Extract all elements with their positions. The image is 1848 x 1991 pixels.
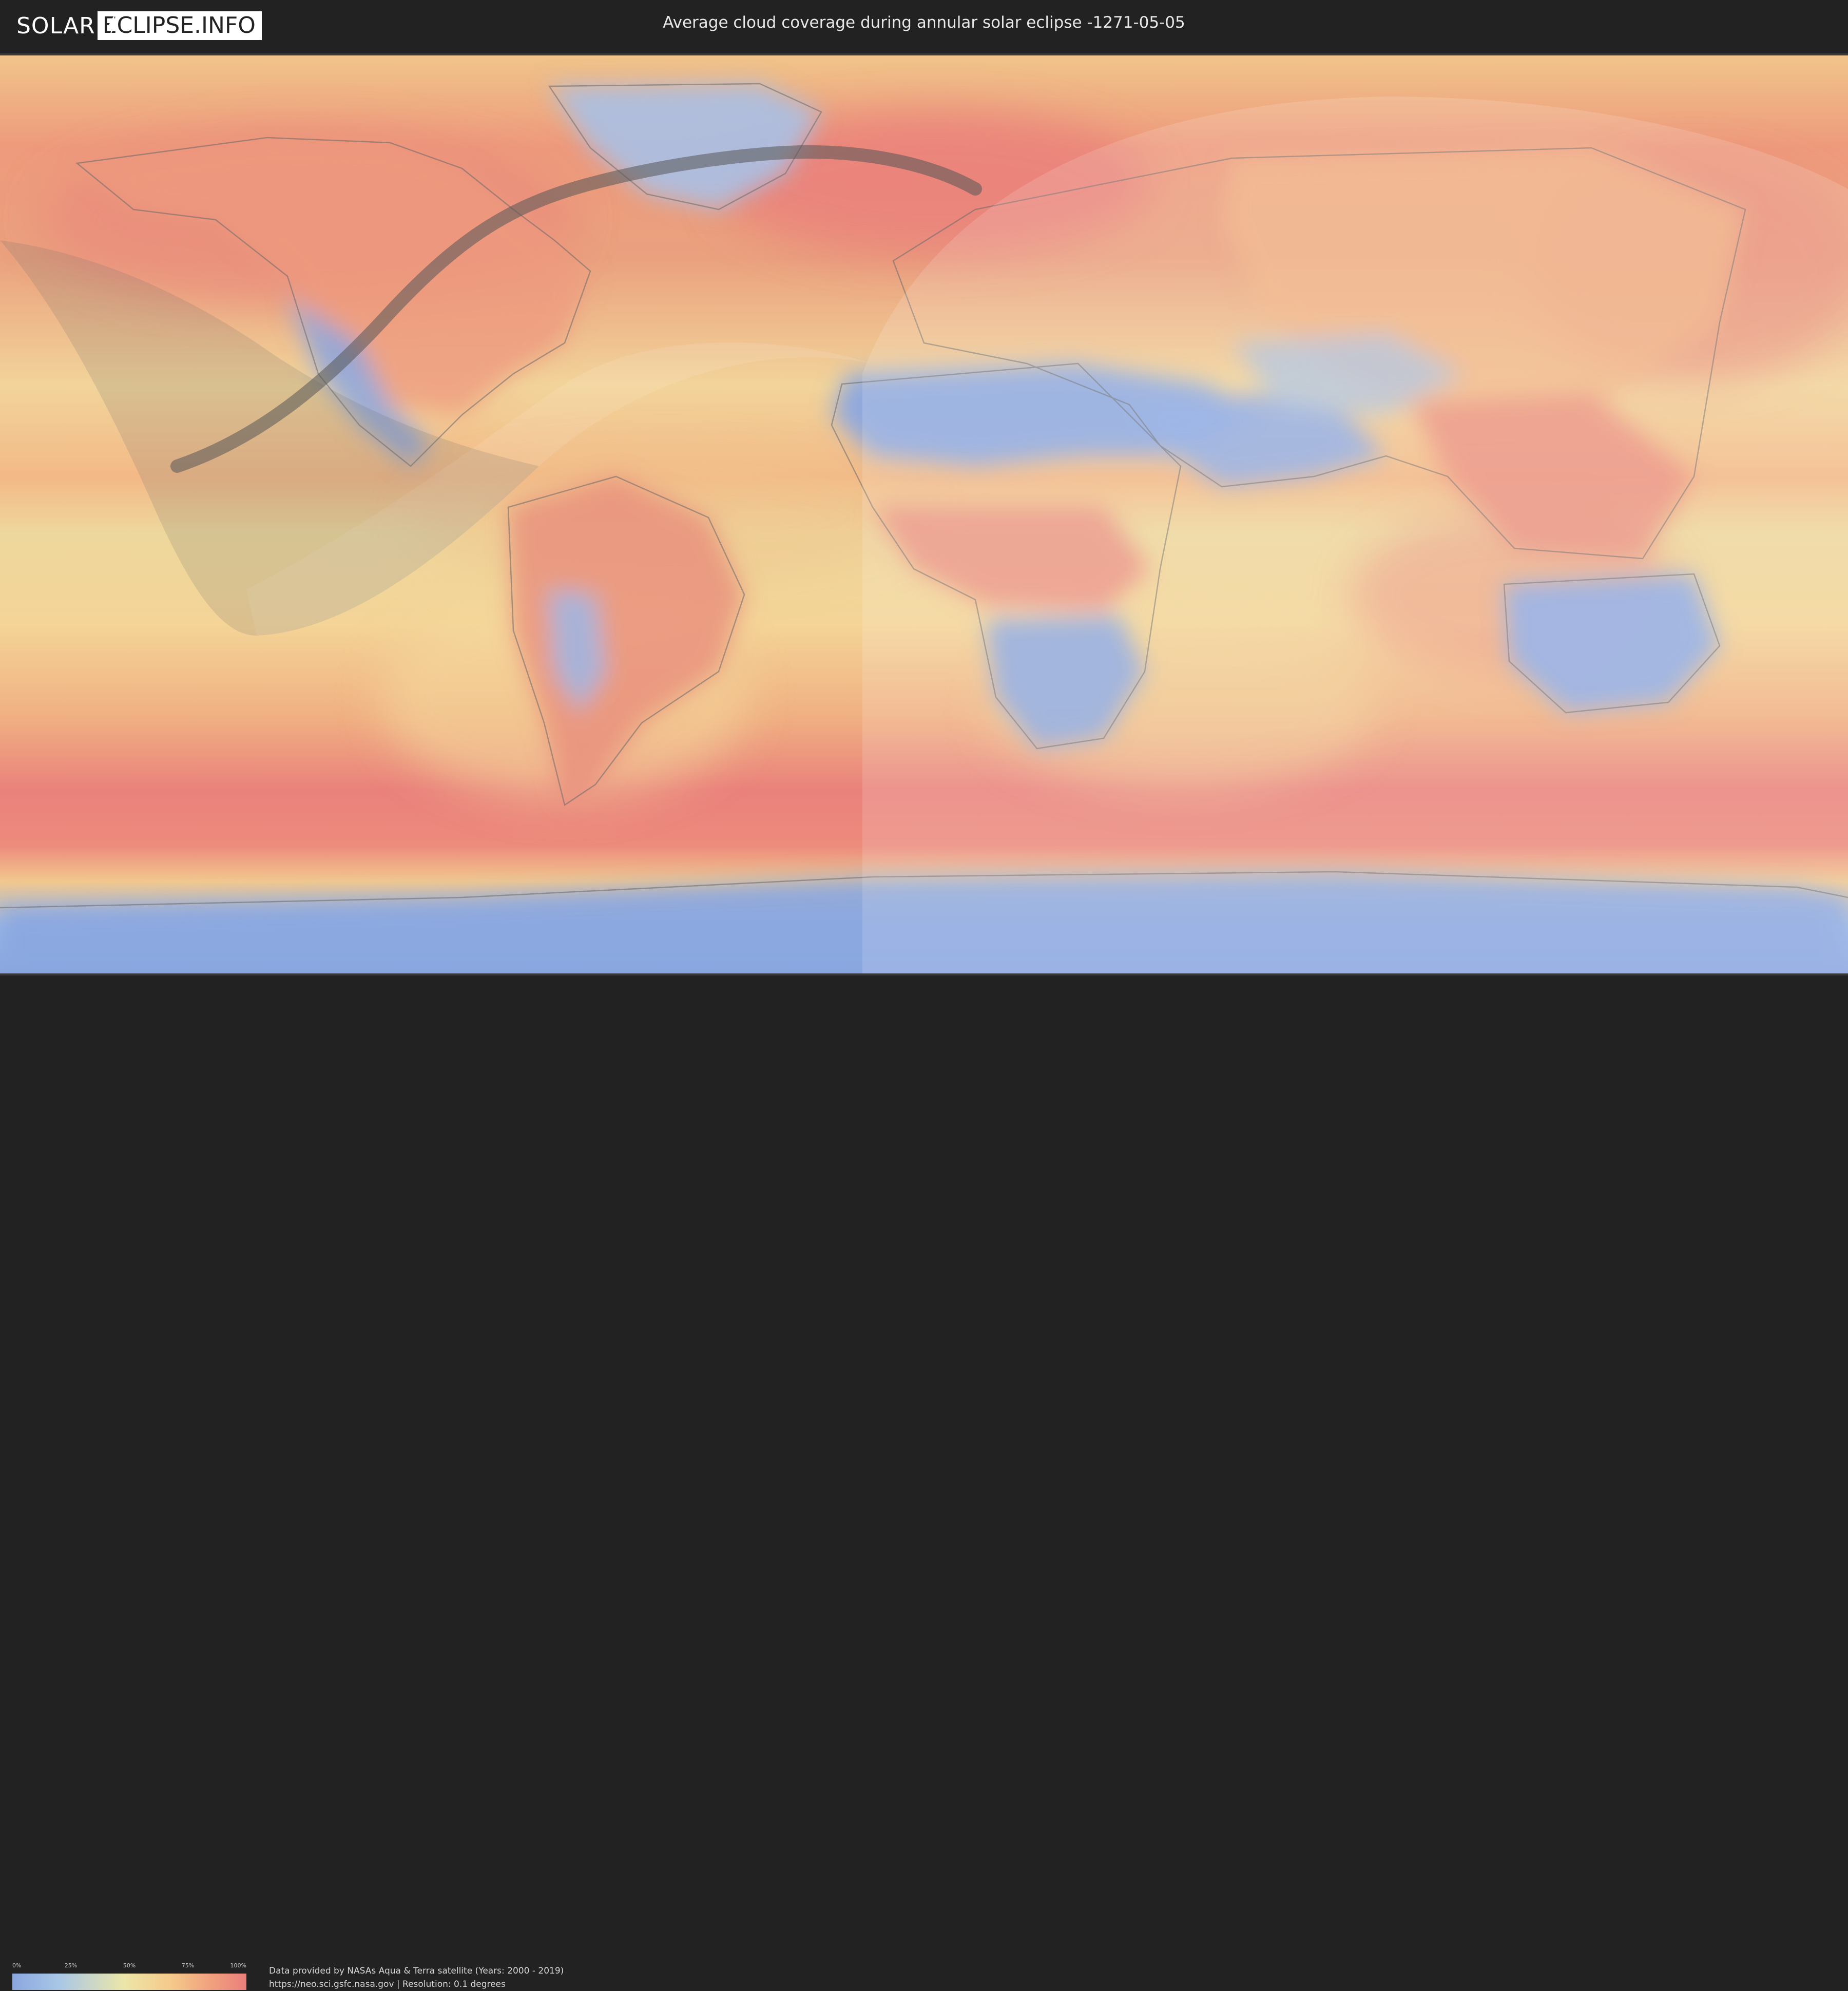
eclipse-visibility-shadow-east [862,97,1848,973]
data-credit: Data provided by NASAs Aqua & Terra sate… [269,1964,564,1991]
legend-color-bar [12,1974,246,1990]
legend-tick-100: 100% [230,1962,246,1969]
credit-line-source: Data provided by NASAs Aqua & Terra sate… [269,1966,564,1976]
legend-tick-75: 75% [181,1962,195,1969]
footer-bar: 0% 25% 50% 75% 100% Data provided by NAS… [0,975,1848,1990]
credit-line-url[interactable]: https://neo.sci.gsfc.nasa.gov | Resoluti… [269,1978,564,1991]
cloud-coverage-legend: 0% 25% 50% 75% 100% [12,1962,246,1990]
legend-tick-0: 0% [12,1962,22,1969]
header-bar: SOLAR ECLIPSE.INFO Average cloud coverag… [0,0,1848,52]
legend-tick-25: 25% [64,1962,78,1969]
page-title: Average cloud coverage during annular so… [663,13,1185,32]
legend-tick-row: 0% 25% 50% 75% 100% [12,1962,246,1970]
cloud-coverage-map[interactable] [0,55,1848,973]
legend-tick-50: 50% [123,1962,136,1969]
